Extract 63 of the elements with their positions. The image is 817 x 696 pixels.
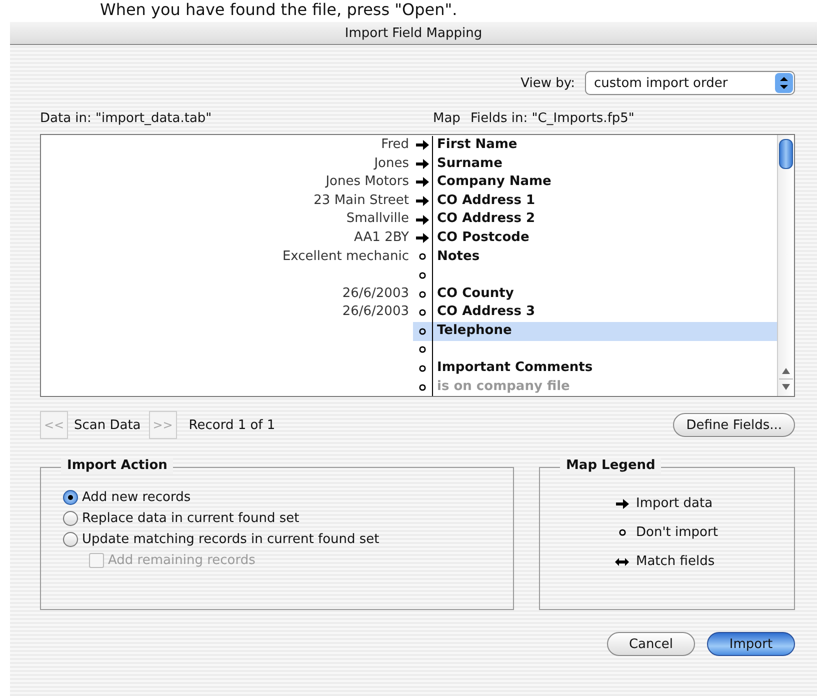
source-value: AA1 2BY: [354, 230, 409, 245]
radio-button[interactable]: [63, 532, 78, 547]
source-value: Jones Motors: [326, 174, 409, 190]
legend-label: Match fields: [636, 554, 715, 569]
source-value: 26/6/2003: [342, 286, 409, 301]
cancel-button[interactable]: Cancel: [607, 632, 695, 656]
field-name[interactable]: Company Name: [437, 174, 552, 190]
legend-label: Import data: [636, 496, 713, 511]
dot-icon: [618, 529, 626, 536]
arrow-icon[interactable]: [416, 140, 429, 150]
legend-label: Don't import: [636, 525, 718, 540]
record-counter: Record 1 of 1: [188, 418, 276, 432]
dropdown-arrows-icon: [775, 73, 793, 93]
radio-option[interactable]: Update matching records in current found set: [63, 532, 513, 547]
dot-icon[interactable]: [419, 364, 426, 372]
arrow-icon[interactable]: [416, 158, 429, 169]
dot-icon[interactable]: [419, 253, 426, 260]
field-name[interactable]: CO Address 3: [437, 304, 536, 320]
source-value: 26/6/2003: [342, 304, 409, 320]
arrow-icon: [616, 498, 628, 508]
radio-button[interactable]: [63, 490, 78, 505]
field-name[interactable]: First Name: [437, 137, 518, 152]
dot-icon[interactable]: [419, 346, 426, 354]
map-label: Map: [433, 111, 460, 126]
selected-row-highlight[interactable]: Telephone: [433, 322, 777, 341]
source-value: Excellent mechanic: [282, 248, 409, 264]
dot-icon[interactable]: [419, 290, 426, 298]
data-source-label: Data in: "import_data.tab": [40, 111, 213, 126]
instruction-text: When you have found the file, press "Open".: [100, 0, 458, 19]
source-value: Smallville: [346, 211, 409, 226]
field-name[interactable]: Telephone: [437, 322, 512, 338]
radio-option[interactable]: Add new records: [63, 490, 513, 505]
view-by-dropdown[interactable]: custom import order: [585, 71, 795, 95]
field-name[interactable]: Surname: [437, 156, 502, 171]
source-value: 23 Main Street: [314, 192, 409, 208]
arrow-icon[interactable]: [416, 177, 429, 188]
arrow-icon[interactable]: [416, 196, 429, 206]
radio-option[interactable]: Replace data in current found set: [63, 511, 513, 526]
field-name[interactable]: CO Postcode: [437, 230, 530, 245]
field-name[interactable]: CO Address 2: [437, 211, 536, 226]
scroll-thumb[interactable]: [779, 139, 793, 169]
group-title: Map Legend: [560, 458, 662, 474]
radio-button[interactable]: [63, 511, 78, 526]
field-name[interactable]: CO Address 1: [437, 192, 536, 208]
dot-icon[interactable]: [419, 328, 426, 335]
field-name[interactable]: Notes: [437, 248, 480, 264]
arrow-icon[interactable]: [416, 214, 429, 225]
window-title: Import Field Mapping: [344, 26, 482, 40]
group-title: Import Action: [61, 458, 174, 474]
view-by-label: View by:: [520, 76, 575, 90]
field-name[interactable]: CO County: [437, 286, 514, 301]
scrollbar[interactable]: [777, 135, 794, 396]
source-value: Jones: [374, 156, 409, 171]
dot-icon[interactable]: [419, 272, 426, 279]
arrow-icon[interactable]: [416, 233, 429, 244]
source-value: Fred: [381, 137, 409, 152]
field-name[interactable]: Important Comments: [437, 360, 593, 376]
double-arrow-icon: [615, 556, 629, 566]
scan-data-label: Scan Data: [74, 418, 141, 432]
define-fields-button[interactable]: Define Fields...: [673, 413, 795, 437]
import-button[interactable]: Import: [707, 632, 795, 656]
fields-target-label: Fields in: "C_Imports.fp5": [470, 111, 634, 126]
dot-icon[interactable]: [419, 309, 426, 316]
